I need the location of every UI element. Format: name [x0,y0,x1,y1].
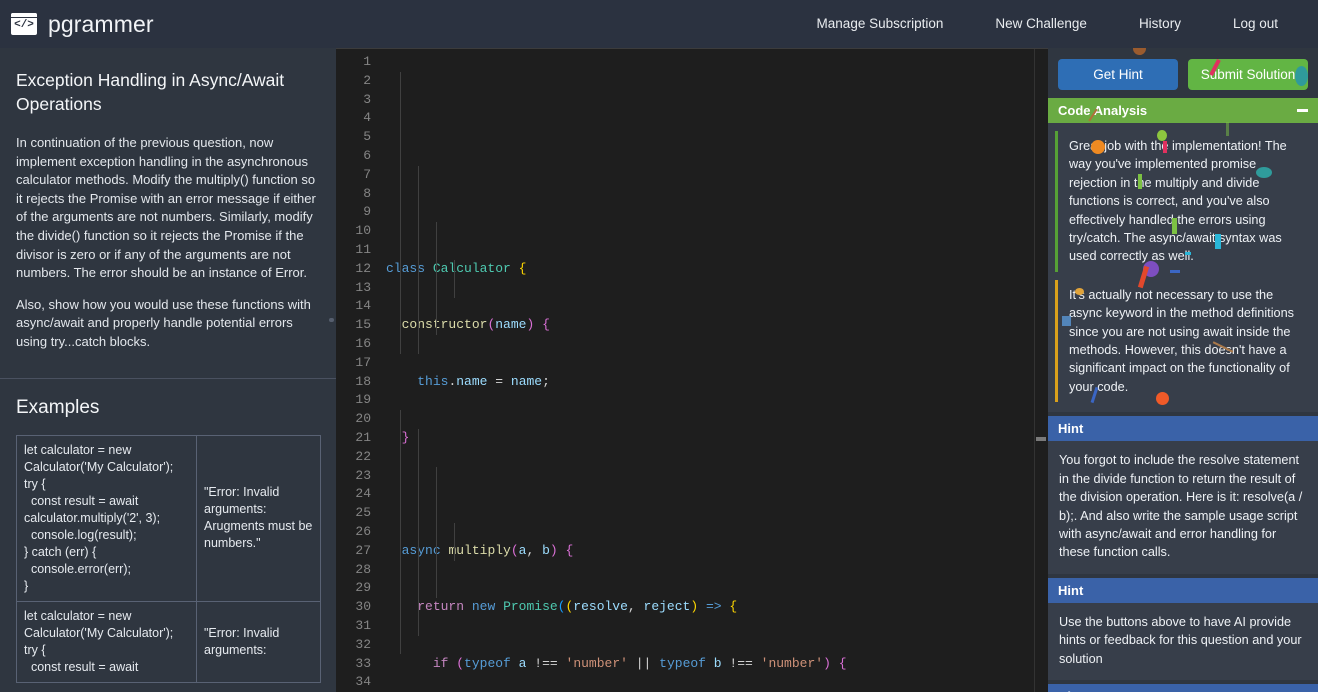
example-output-2: "Error: Invalid arguments: [197,601,321,682]
line-number: 21 [336,429,371,448]
examples-table: let calculator = new Calculator('My Calc… [16,435,321,683]
line-number: 9 [336,203,371,222]
main-body: Exception Handling in Async/Await Operat… [0,48,1318,692]
line-number: 5 [336,128,371,147]
line-number: 14 [336,297,371,316]
nav-manage-subscription[interactable]: Manage Subscription [791,0,970,48]
line-number: 25 [336,504,371,523]
line-number-gutter: 1234567891011121314151617181920212223242… [336,53,382,692]
editor-scrollbar[interactable] [1034,49,1048,692]
line-number: 6 [336,147,371,166]
line-number: 26 [336,523,371,542]
question-paragraph-1: In continuation of the previous question… [16,134,320,283]
hint-header-1[interactable]: Hint [1048,416,1318,441]
line-number: 20 [336,410,371,429]
line-number: 3 [336,91,371,110]
question-title: Exception Handling in Async/Await Operat… [16,48,320,116]
line-number: 1 [336,53,371,72]
code-analysis-title: Code Analysis [1058,103,1147,118]
line-number: 30 [336,598,371,617]
examples-heading: Examples [16,379,320,419]
analysis-warning-note: It's actually not necessary to use the a… [1055,280,1308,402]
line-number: 17 [336,354,371,373]
app-root: </> pgrammer Manage Subscription New Cha… [0,0,1318,692]
example-input-2: let calculator = new Calculator('My Calc… [17,601,197,682]
hint-body-2: Use the buttons above to have AI provide… [1048,603,1318,680]
nav-new-challenge[interactable]: New Challenge [969,0,1113,48]
line-number: 10 [336,222,371,241]
brand-logo[interactable]: </> pgrammer [11,11,154,38]
nav-links: Manage Subscription New Challenge Histor… [791,0,1318,48]
analysis-positive-note: Great job with the implementation! The w… [1055,131,1308,272]
line-number: 33 [336,655,371,674]
line-number: 13 [336,279,371,298]
question-description: In continuation of the previous question… [16,134,320,352]
line-number: 31 [336,617,371,636]
line-number: 15 [336,316,371,335]
line-number: 2 [336,72,371,91]
line-number: 7 [336,166,371,185]
hint-header-3[interactable]: Hint [1048,684,1318,692]
line-number: 19 [336,391,371,410]
example-output-1: "Error: Invalid arguments: Arugments mus… [197,435,321,601]
line-number: 18 [336,373,371,392]
line-number: 23 [336,467,371,486]
hint-body-1: You forgot to include the resolve statem… [1048,441,1318,573]
line-number: 24 [336,485,371,504]
submit-solution-button[interactable]: Submit Solution [1188,59,1308,90]
line-number: 22 [336,448,371,467]
line-number: 32 [336,636,371,655]
line-number: 12 [336,260,371,279]
editor-scrollbar-thumb[interactable] [1036,437,1046,441]
line-number: 11 [336,241,371,260]
code-content[interactable]: class Calculator { constructor(name) { t… [382,53,1048,692]
hint-title-2: Hint [1058,583,1083,598]
line-number: 16 [336,335,371,354]
line-number: 27 [336,542,371,561]
brand-name: pgrammer [48,11,154,38]
logo-glyph: </> [14,20,34,31]
question-panel: Exception Handling in Async/Await Operat… [0,48,336,692]
action-button-row: Get Hint Submit Solution [1048,48,1318,98]
table-row: let calculator = new Calculator('My Calc… [17,601,321,682]
example-input-1: let calculator = new Calculator('My Calc… [17,435,197,601]
ai-feedback-panel: Get Hint Submit Solution Code Analysis G… [1048,48,1318,692]
code-analysis-header[interactable]: Code Analysis [1048,98,1318,123]
nav-log-out[interactable]: Log out [1207,0,1318,48]
line-number: 8 [336,185,371,204]
line-number: 28 [336,561,371,580]
question-panel-scrollbar[interactable] [329,318,334,322]
hint-title-1: Hint [1058,421,1083,436]
table-row: let calculator = new Calculator('My Calc… [17,435,321,601]
code-editor[interactable]: 1234567891011121314151617181920212223242… [336,48,1048,692]
collapse-minus-icon[interactable] [1297,109,1308,112]
line-number: 29 [336,579,371,598]
code-window-icon: </> [11,13,37,35]
top-navbar: </> pgrammer Manage Subscription New Cha… [0,0,1318,48]
hint-header-2[interactable]: Hint [1048,578,1318,603]
code-analysis-body: Great job with the implementation! The w… [1048,123,1318,412]
get-hint-button[interactable]: Get Hint [1058,59,1178,90]
line-number: 34 [336,673,371,692]
line-number: 4 [336,109,371,128]
nav-history[interactable]: History [1113,0,1207,48]
question-paragraph-2: Also, show how you would use these funct… [16,296,320,352]
